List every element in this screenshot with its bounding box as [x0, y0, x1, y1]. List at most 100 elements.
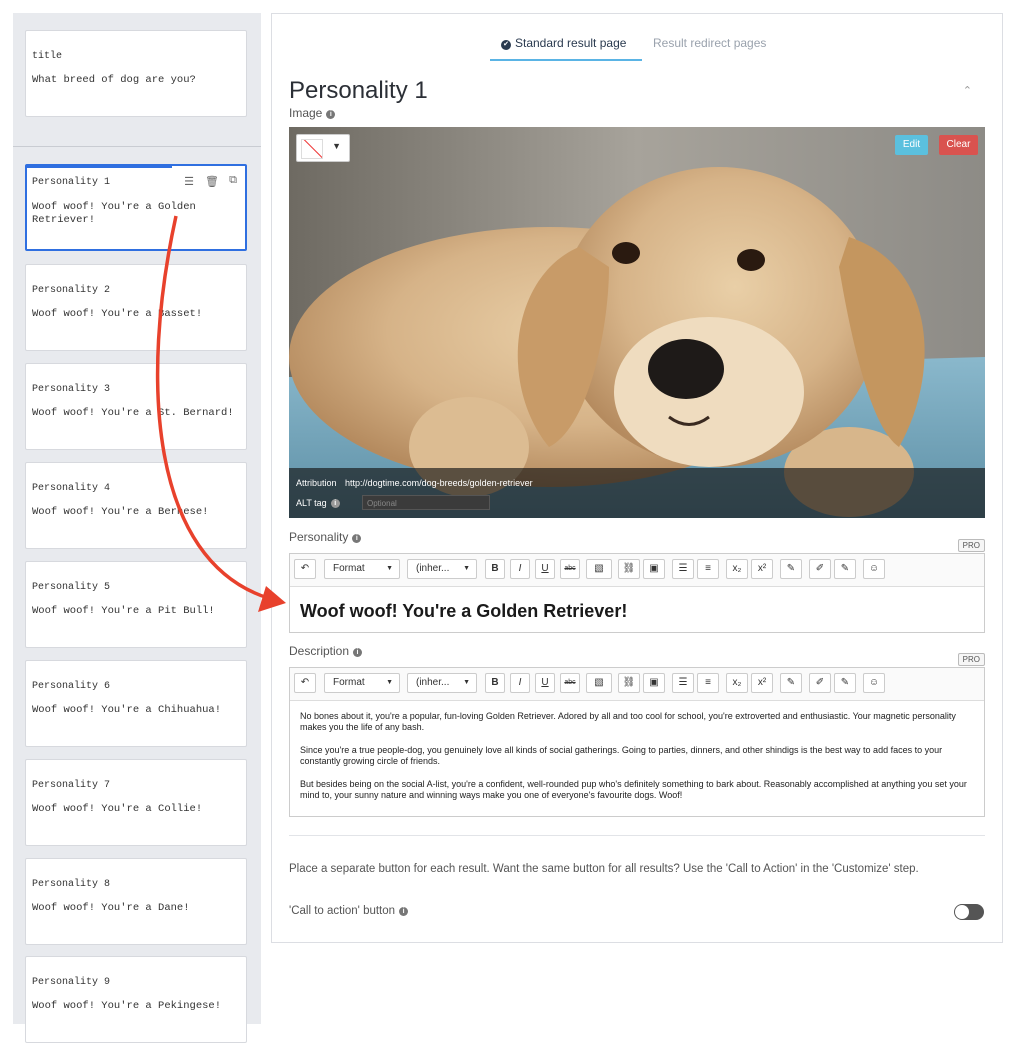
- sidebar-item-label: Personality 8: [32, 879, 111, 890]
- sidebar-item-label: Personality 7: [32, 780, 111, 791]
- superscript-button[interactable]: x²: [751, 559, 773, 579]
- sidebar-item-personality-9[interactable]: Personality 9 Woof woof! You're a Peking…: [25, 956, 247, 1043]
- description-content[interactable]: No bones about it, you're a popular, fun…: [290, 701, 984, 823]
- image-picker[interactable]: ▼: [296, 134, 350, 162]
- personality-content[interactable]: Woof woof! You're a Golden Retriever!: [290, 587, 984, 632]
- cta-toggle[interactable]: [954, 904, 984, 920]
- undo-icon[interactable]: ↶: [294, 559, 316, 579]
- sidebar-item-personality-8[interactable]: Personality 8 Woof woof! You're a Dane!: [25, 858, 247, 945]
- alt-label: ALT tag: [296, 498, 327, 508]
- alt-row: ALT tag i Optional: [296, 495, 490, 510]
- emoji-icon[interactable]: ☺: [863, 559, 885, 579]
- list-icon[interactable]: ☰: [183, 175, 195, 189]
- sidebar-item-label: Personality 3: [32, 384, 111, 395]
- title-card-text: What breed of dog are you?: [32, 74, 196, 86]
- brush-alt-icon[interactable]: ✎: [834, 559, 856, 579]
- italic-button[interactable]: I: [510, 673, 530, 693]
- sidebar-item-label: Personality 1: [32, 177, 111, 188]
- clear-image-button[interactable]: Clear: [939, 135, 978, 155]
- chevron-up-icon[interactable]: ⌃: [963, 84, 972, 97]
- caret-down-icon: ▼: [332, 141, 341, 151]
- link-icon[interactable]: ⛓: [618, 559, 640, 579]
- font-dropdown[interactable]: (inher...: [407, 559, 477, 579]
- info-icon[interactable]: i: [330, 499, 340, 508]
- result-editor-panel: ✔ Standard result page Result redirect pa…: [271, 13, 1003, 943]
- clear-format-icon[interactable]: ✎: [780, 559, 802, 579]
- brush-alt-icon[interactable]: ✎: [834, 673, 856, 693]
- page-title: Personality 1: [289, 77, 428, 104]
- alt-tag-input[interactable]: Optional: [362, 495, 490, 510]
- result-image[interactable]: ▼ Edit Clear Attribution http://dogtime.…: [289, 127, 985, 518]
- bullet-list-icon[interactable]: ☰: [672, 673, 694, 693]
- results-sidebar: title What breed of dog are you? Persona…: [13, 13, 261, 1043]
- info-icon[interactable]: i: [399, 907, 409, 916]
- item-tools: ☰ 🗑 ⧉: [183, 175, 239, 189]
- description-label-text: Description: [289, 644, 350, 658]
- subscript-button[interactable]: x₂: [726, 559, 748, 579]
- link-icon[interactable]: ⛓: [618, 673, 640, 693]
- info-icon[interactable]: i: [353, 648, 363, 657]
- emoji-icon[interactable]: ☺: [863, 673, 885, 693]
- title-card[interactable]: title What breed of dog are you?: [25, 30, 247, 117]
- attribution-row: Attribution http://dogtime.com/dog-breed…: [296, 478, 533, 488]
- editor-toolbar: ↶ Format (inher... B I U abc ▧ ⛓ ▣ ☰ ≡ x…: [290, 668, 984, 701]
- image-icon[interactable]: ▣: [643, 673, 665, 693]
- sidebar-item-personality-1[interactable]: Personality 1 ☰ 🗑 ⧉ Woof woof! You're a …: [25, 164, 247, 251]
- clear-format-icon[interactable]: ✎: [780, 673, 802, 693]
- bold-button[interactable]: B: [485, 559, 505, 579]
- brush-icon[interactable]: ✐: [809, 559, 831, 579]
- sidebar-item-personality-3[interactable]: Personality 3 Woof woof! You're a St. Be…: [25, 363, 247, 450]
- sidebar-item-personality-4[interactable]: Personality 4 Woof woof! You're a Bernes…: [25, 462, 247, 549]
- sidebar-item-text: Woof woof! You're a Pekingese!: [32, 1000, 222, 1012]
- sidebar-item-personality-5[interactable]: Personality 5 Woof woof! You're a Pit Bu…: [25, 561, 247, 648]
- numbered-list-icon[interactable]: ≡: [697, 559, 719, 579]
- image-icon[interactable]: ▣: [643, 559, 665, 579]
- numbered-list-icon[interactable]: ≡: [697, 673, 719, 693]
- sidebar-item-personality-2[interactable]: Personality 2 Woof woof! You're a Basset…: [25, 264, 247, 351]
- pro-badge: PRO: [957, 653, 985, 666]
- title-card-label: title: [32, 51, 63, 62]
- undo-icon[interactable]: ↶: [294, 673, 316, 693]
- underline-button[interactable]: U: [535, 559, 555, 579]
- progress-bar: [27, 166, 172, 168]
- pro-badge: PRO: [957, 539, 985, 552]
- sidebar-item-text: Woof woof! You're a Pit Bull!: [32, 605, 215, 617]
- sidebar-item-text: Woof woof! You're a Bernese!: [32, 506, 209, 518]
- check-circle-icon: ✔: [501, 40, 511, 50]
- attribution-value[interactable]: http://dogtime.com/dog-breeds/golden-ret…: [345, 478, 533, 488]
- bold-button[interactable]: B: [485, 673, 505, 693]
- personality-label-text: Personality: [289, 530, 349, 544]
- italic-button[interactable]: I: [510, 559, 530, 579]
- format-dropdown[interactable]: Format: [324, 559, 400, 579]
- paint-format-icon[interactable]: ▧: [586, 559, 612, 579]
- trash-icon[interactable]: 🗑: [205, 175, 219, 189]
- description-paragraph: Since you're a true people-dog, you genu…: [300, 745, 943, 766]
- superscript-button[interactable]: x²: [751, 673, 773, 693]
- format-dropdown[interactable]: Format: [324, 673, 400, 693]
- font-dropdown[interactable]: (inher...: [407, 673, 477, 693]
- tab-result-redirect[interactable]: Result redirect pages: [653, 36, 766, 50]
- copy-icon[interactable]: ⧉: [227, 175, 239, 189]
- subscript-button[interactable]: x₂: [726, 673, 748, 693]
- sidebar-item-label: Personality 9: [32, 977, 111, 988]
- description-editor[interactable]: ↶ Format (inher... B I U abc ▧ ⛓ ▣ ☰ ≡ x…: [289, 667, 985, 817]
- bullet-list-icon[interactable]: ☰: [672, 559, 694, 579]
- brush-icon[interactable]: ✐: [809, 673, 831, 693]
- sidebar-item-text: Woof woof! You're a Chihuahua!: [32, 704, 222, 716]
- personality-editor[interactable]: ↶ Format (inher... B I U abc ▧ ⛓ ▣ ☰ ≡ x…: [289, 553, 985, 633]
- underline-button[interactable]: U: [535, 673, 555, 693]
- sidebar-divider: [13, 146, 261, 147]
- image-label-text: Image: [289, 106, 323, 120]
- sidebar-item-personality-7[interactable]: Personality 7 Woof woof! You're a Collie…: [25, 759, 247, 846]
- strikethrough-button[interactable]: abc: [560, 673, 580, 693]
- info-icon[interactable]: i: [352, 534, 362, 543]
- sidebar-item-text: Woof woof! You're a Collie!: [32, 803, 203, 815]
- info-icon[interactable]: i: [326, 110, 336, 119]
- paint-format-icon[interactable]: ▧: [586, 673, 612, 693]
- section-divider: [289, 835, 985, 836]
- tab-standard-result[interactable]: ✔ Standard result page: [501, 36, 626, 50]
- sidebar-item-personality-6[interactable]: Personality 6 Woof woof! You're a Chihua…: [25, 660, 247, 747]
- edit-image-button[interactable]: Edit: [895, 135, 928, 155]
- strikethrough-button[interactable]: abc: [560, 559, 580, 579]
- cta-label-text: 'Call to action' button: [289, 905, 396, 917]
